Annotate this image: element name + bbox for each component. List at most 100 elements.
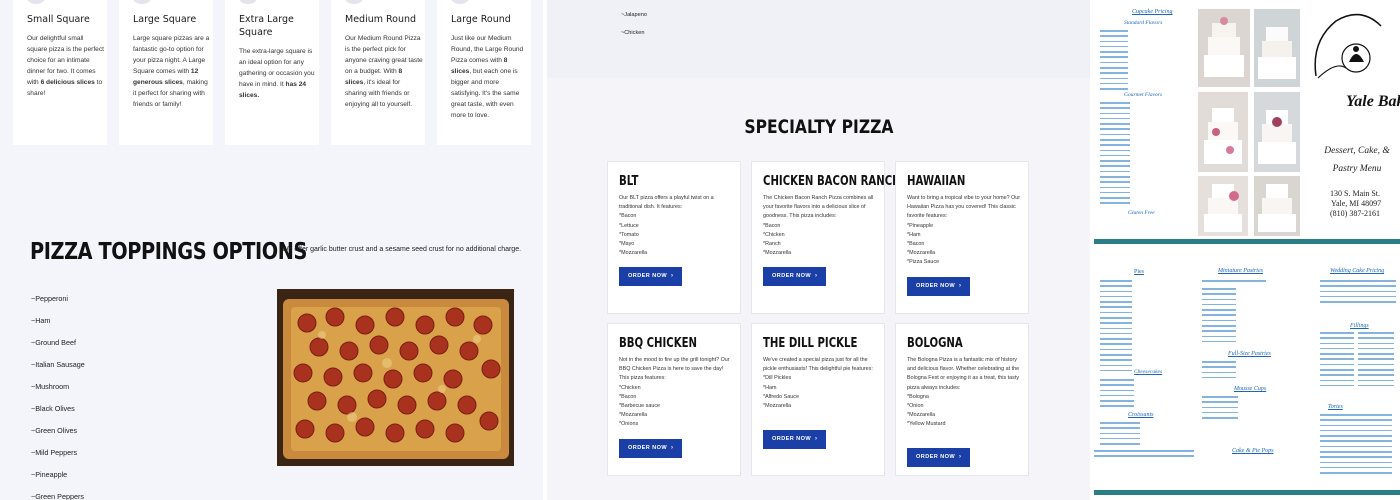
cake-photo <box>1254 9 1300 87</box>
pizza-description: We've created a special pizza just for a… <box>763 357 873 410</box>
pizza-name: BLT <box>619 174 639 189</box>
size-card-large-square: Large Square Large square pizzas are a f… <box>119 0 213 145</box>
pizza-card-dill-pickle: THE DILL PICKLE We've created a special … <box>751 323 885 476</box>
size-icon <box>345 0 363 4</box>
bakery-phone: (810) 387-2161 <box>1330 209 1380 218</box>
flyer-text-lines <box>1358 332 1394 390</box>
size-description: Our delightful small square pizza is the… <box>27 35 104 97</box>
flyer-heading: Gourmet Flavors <box>1124 92 1163 98</box>
flyer-heading: Standard Flavors <box>1124 20 1163 26</box>
specialty-heading: SPECIALTY PIZZA <box>743 116 894 138</box>
crust-note: We offer garlic butter crust and a sesam… <box>282 246 522 253</box>
topping-item: ~Black Olives <box>31 404 75 413</box>
topping-item: ~Jalapeno <box>621 12 647 18</box>
flyer-text-lines <box>1320 332 1354 390</box>
order-now-button[interactable]: ORDER NOW › <box>763 430 827 449</box>
topping-item: ~Mild Peppers <box>31 448 78 457</box>
size-description: Large square pizzas are a fantastic go-t… <box>133 35 210 108</box>
bakery-subtitle: Dessert, Cake, & Pastry Menu <box>1324 146 1390 174</box>
arrow-right-icon: › <box>815 273 818 279</box>
pizza-sizes-panel: Small Square Our delightful small square… <box>0 0 543 500</box>
bakery-menu-flyer: Cupcake Pricing Standard Flavors Gourmet… <box>1094 0 1400 500</box>
pizza-card-hawaiian: HAWAIIAN Want to bring a tropical vibe t… <box>895 161 1029 314</box>
arrow-right-icon: › <box>815 436 818 442</box>
topping-item: ~Italian Sausage <box>31 360 85 369</box>
pepperoni-pizza-photo <box>277 289 514 466</box>
flyer-heading: Croissants <box>1128 412 1154 418</box>
pizza-name: THE DILL PICKLE <box>763 336 858 351</box>
bakery-address: Yale, MI 48097 <box>1331 199 1382 208</box>
size-card-medium-round: Medium Round Our Medium Round Pizza is t… <box>331 0 425 145</box>
toppings-continuation: ~Jalapeno ~Chicken <box>547 0 1090 78</box>
cake-photo <box>1254 92 1300 172</box>
pizza-card-blt: BLT Our BLT pizza offers a playful twist… <box>607 161 741 314</box>
toppings-heading: PIZZA TOPPINGS OPTIONS <box>30 239 308 265</box>
size-icon <box>133 0 151 4</box>
flyer-text-lines <box>1320 414 1392 477</box>
topping-item: ~Pineapple <box>31 470 68 479</box>
topping-item: ~Pepperoni <box>31 294 68 303</box>
order-now-button[interactable]: ORDER NOW › <box>619 439 683 458</box>
size-title: Extra Large Square <box>239 14 294 38</box>
order-now-button[interactable]: ORDER NOW › <box>619 267 683 286</box>
arrow-right-icon: › <box>959 454 962 460</box>
bakery-address: 130 S. Main St. <box>1330 189 1381 198</box>
pizza-name: BBQ CHICKEN <box>619 336 698 351</box>
topping-item: ~Mushroom <box>31 382 70 391</box>
size-title: Large Round <box>451 14 511 25</box>
size-icon <box>239 0 257 4</box>
flyer-heading: Gluten Free <box>1128 210 1155 216</box>
size-title: Large Square <box>133 14 197 25</box>
flyer-text-lines <box>1100 379 1134 411</box>
pizza-card-bbq-chicken: BBQ CHICKEN Not in the mood to fire up t… <box>607 323 741 476</box>
flyer-heading: Cheesecakes <box>1134 369 1163 375</box>
order-now-button[interactable]: ORDER NOW › <box>907 448 971 467</box>
pizza-name: BOLOGNA <box>907 336 963 351</box>
size-card-small-square: Small Square Our delightful small square… <box>13 0 107 145</box>
flyer-divider <box>1094 239 1400 244</box>
flyer-text-lines <box>1100 102 1130 208</box>
order-now-button[interactable]: ORDER NOW › <box>907 277 971 296</box>
cake-photo <box>1254 176 1300 236</box>
topping-item: ~Green Peppers <box>31 492 84 500</box>
pizza-description: Want to bring a tropical vibe to your ho… <box>907 195 1021 266</box>
flyer-text-lines <box>1202 288 1236 346</box>
order-now-button[interactable]: ORDER NOW › <box>763 267 827 286</box>
topping-item: ~Green Olives <box>31 426 78 435</box>
bakery-name: Yale Bakery <box>1346 93 1400 110</box>
flyer-text-lines <box>1202 280 1294 285</box>
flyer-heading: Tortes <box>1328 404 1343 410</box>
flyer-text-lines <box>1202 166 1296 171</box>
size-icon <box>451 0 469 4</box>
flyer-divider <box>1094 490 1400 495</box>
size-title: Small Square <box>27 14 90 25</box>
flyer-text-lines <box>1094 450 1194 461</box>
cake-photo <box>1198 92 1248 172</box>
size-card-extra-large-square: Extra Large Square The extra-large squar… <box>225 0 319 145</box>
size-description: Our Medium Round Pizza is the perfect pi… <box>345 35 423 108</box>
topping-item: ~Chicken <box>621 30 645 36</box>
flyer-heading: Mousse Cups <box>1234 386 1267 392</box>
topping-item: ~Ham <box>31 316 51 325</box>
pizza-description: The Chicken Bacon Ranch Pizza combines a… <box>763 195 874 257</box>
pizza-name: HAWAIIAN <box>907 174 966 189</box>
size-card-large-round: Large Round Just like our Medium Round, … <box>437 0 531 145</box>
cake-photo <box>1198 176 1248 236</box>
size-description: Just like our Medium Round, the Large Ro… <box>451 35 524 119</box>
yale-bakery-logo <box>1306 6 1396 94</box>
pizza-card-bologna: BOLOGNA The Bologna Pizza is a fantastic… <box>895 323 1029 476</box>
size-title: Medium Round <box>345 14 417 25</box>
size-icon <box>27 0 45 4</box>
topping-item: ~Ground Beef <box>31 338 76 347</box>
flyer-heading: Wedding Cake Pricing <box>1330 268 1385 274</box>
pizza-description: Our BLT pizza offers a playful twist on … <box>619 195 714 257</box>
flyer-text-lines <box>1320 280 1396 306</box>
specialty-pizza-panel: ~Jalapeno ~Chicken SPECIALTY PIZZA BLT O… <box>547 0 1090 500</box>
flyer-text-lines <box>1202 396 1238 422</box>
pizza-card-chicken-bacon-ranch: CHICKEN BACON RANCH The Chicken Bacon Ra… <box>751 161 901 314</box>
pizza-description: Not in the mood to fire up the grill ton… <box>619 357 730 428</box>
flyer-heading: Pies <box>1134 269 1145 275</box>
arrow-right-icon: › <box>959 283 962 289</box>
pizza-description: The Bologna Pizza is a fantastic mix of … <box>907 357 1020 428</box>
pizza-name: CHICKEN BACON RANCH <box>763 174 901 189</box>
